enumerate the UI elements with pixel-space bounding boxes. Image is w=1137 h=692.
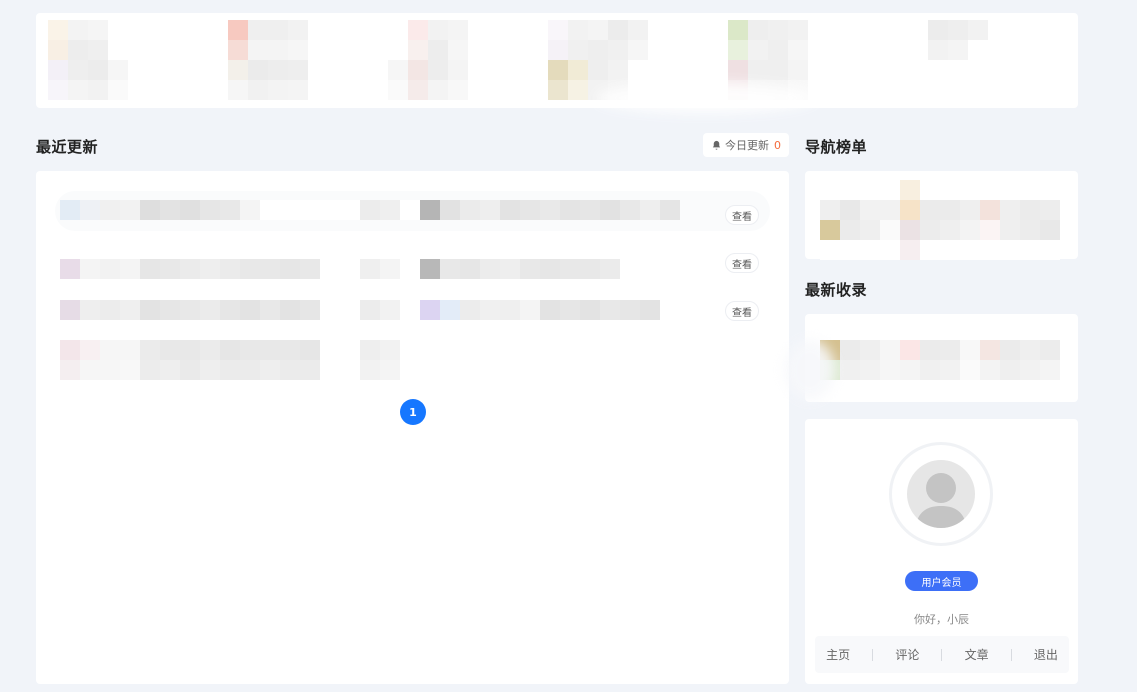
user-nav-comments[interactable]: 评论 — [895, 646, 919, 663]
avatar[interactable] — [889, 442, 993, 546]
recent-updates-card — [36, 171, 789, 684]
latest-included-title: 最新收录 — [805, 281, 868, 299]
view-button[interactable]: 查看 — [725, 301, 759, 321]
divider — [941, 648, 943, 661]
blurred-item-content — [60, 200, 680, 220]
blurred-latest-content — [820, 340, 1060, 380]
default-avatar-icon — [907, 460, 975, 528]
user-nav: 主页 评论 文章 退出 — [815, 636, 1069, 673]
view-button[interactable]: 查看 — [725, 253, 759, 273]
recent-updates-title: 最近更新 — [36, 138, 99, 156]
user-nav-logout[interactable]: 退出 — [1034, 646, 1058, 663]
divider — [872, 648, 874, 661]
nav-ranking-card — [805, 171, 1078, 260]
today-updates-count: 0 — [774, 138, 781, 152]
top-banner — [36, 13, 1078, 113]
view-button[interactable]: 查看 — [725, 205, 759, 225]
member-badge[interactable]: 用户会员 — [905, 571, 978, 591]
today-updates-label: 今日更新 — [725, 139, 769, 152]
bell-icon — [711, 140, 722, 151]
blurred-ranking-content — [820, 180, 1060, 260]
nav-ranking-title: 导航榜单 — [805, 138, 868, 156]
blurred-item-content — [60, 340, 420, 380]
blur-smudge — [785, 340, 835, 400]
latest-included-card — [805, 314, 1078, 402]
blurred-item-content — [60, 259, 680, 279]
user-nav-articles[interactable]: 文章 — [965, 646, 989, 663]
user-nav-home[interactable]: 主页 — [826, 646, 850, 663]
today-updates-badge[interactable]: 今日更新 0 — [703, 133, 789, 157]
blur-smudge — [596, 83, 816, 113]
pagination-page-button[interactable]: 1 — [400, 399, 426, 425]
blurred-banner-content — [48, 20, 1048, 100]
blurred-item-content — [60, 300, 680, 320]
divider — [1010, 648, 1012, 661]
user-greeting: 你好，小辰 — [914, 613, 969, 626]
